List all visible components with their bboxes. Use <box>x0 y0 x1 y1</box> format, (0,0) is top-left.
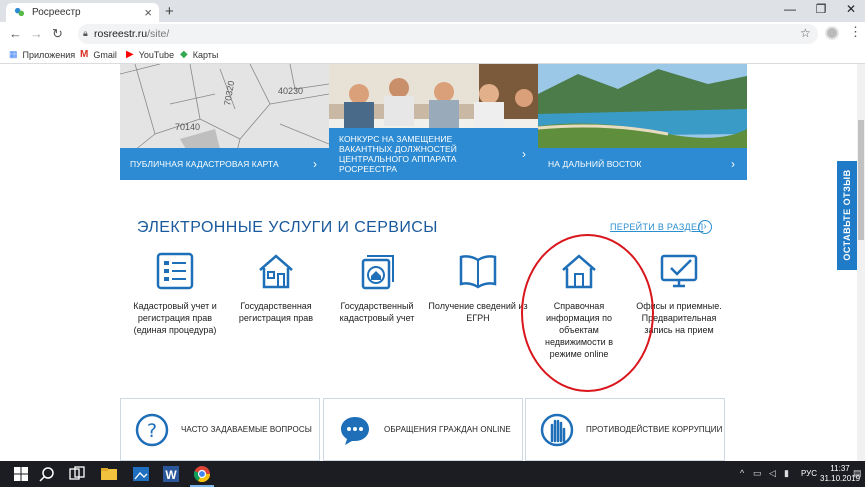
search-icon[interactable] <box>38 465 56 483</box>
taskbar: W ^ ▭ ◁ ▮ РУС 11:37 31.10.2019 ▤ <box>0 461 865 487</box>
bookmark-star-icon[interactable]: ☆ <box>800 26 811 40</box>
notifications-icon[interactable]: ▤ <box>853 468 862 479</box>
card-label: На Дальний Восток <box>548 159 642 169</box>
lock-icon: 🔒︎ <box>83 28 88 38</box>
map-number: 40230 <box>278 86 303 96</box>
svg-text:?: ? <box>147 420 157 442</box>
chevron-right-icon: › <box>522 147 526 161</box>
rosreestr-favicon-icon <box>14 7 25 17</box>
close-window-button[interactable]: ✕ <box>836 2 865 16</box>
bookmark-maps[interactable]: ◆ Карты <box>180 49 218 60</box>
monitor-check-icon <box>660 254 698 288</box>
tab-strip: Росреестр × + — ❐ ✕ <box>0 0 865 22</box>
service-egrn-info[interactable]: Получение сведений из ЕГРН <box>427 252 529 324</box>
hand-stop-icon <box>540 413 574 446</box>
bookmark-gmail[interactable]: M Gmail <box>80 49 117 60</box>
box-label: Противодействие коррупции <box>586 425 723 434</box>
chrome-icon[interactable] <box>193 465 211 483</box>
feedback-tab[interactable]: ОСТАВЬТЕ ОТЗЫВ <box>837 161 857 270</box>
faq-box[interactable]: ? Часто задаваемые вопросы <box>120 398 320 461</box>
box-label: Часто задаваемые вопросы <box>181 425 312 434</box>
card-far-east[interactable]: На Дальний Восток › <box>538 64 747 180</box>
url-text: rosreestr.ru/site/ <box>94 28 170 40</box>
anti-corruption-box[interactable]: Противодействие коррупции <box>525 398 725 461</box>
chat-bubble-icon <box>341 416 369 445</box>
youtube-icon: ▶ <box>126 49 134 60</box>
apps-grid-icon: ▦ <box>9 49 18 59</box>
menu-dots-icon[interactable]: ⋮ <box>849 24 862 40</box>
card-label: Публичная кадастровая карта <box>130 159 279 169</box>
minimize-button[interactable]: — <box>775 2 805 16</box>
svg-text:W: W <box>165 468 177 482</box>
go-to-section-link[interactable]: ПЕРЕЙТИ В РАЗДЕЛ <box>610 222 703 232</box>
maps-icon: ◆ <box>180 49 188 60</box>
flag-icon[interactable]: ▮ <box>784 468 789 479</box>
service-cadastral-accounting[interactable]: Государственный кадастровый учет <box>326 252 428 324</box>
scrollbar-thumb[interactable] <box>858 120 864 240</box>
gmail-icon: M <box>80 49 89 60</box>
volume-icon[interactable]: ◁ <box>769 468 776 479</box>
section-title: ЭЛЕКТРОННЫЕ УСЛУГИ И СЕРВИСЫ <box>137 219 438 236</box>
card-label-band: Конкурс на замещение вакантных должносте… <box>329 128 538 180</box>
service-rights-registration[interactable]: Государственная регистрация прав <box>225 252 327 324</box>
house-icon <box>259 254 293 289</box>
tab-title: Росреестр <box>32 7 81 18</box>
bookmarks-bar: ▦ Приложения M Gmail ▶ YouTube ◆ Карты <box>0 45 865 64</box>
service-label: Государственная регистрация прав <box>238 301 314 323</box>
network-icon[interactable]: ▭ <box>753 468 762 479</box>
service-label: Государственный кадастровый учет <box>339 301 415 323</box>
reload-icon[interactable]: ↻ <box>52 26 63 42</box>
word-icon[interactable]: W <box>162 465 180 483</box>
back-arrow-icon[interactable]: ← <box>9 26 22 41</box>
card-label: Конкурс на замещение вакантных должносте… <box>339 134 457 174</box>
tab-close-icon[interactable]: × <box>144 5 152 20</box>
question-icon: ? <box>135 413 169 446</box>
circle-arrow-right-icon[interactable]: › <box>698 220 712 234</box>
browser-tab[interactable]: Росреестр × <box>6 3 159 22</box>
house-stamp-icon <box>361 255 394 290</box>
browser-toolbar: ← → ↻ 🔒︎ rosreestr.ru/site/ ☆ ⋮ <box>0 22 865 45</box>
card-label-band: На Дальний Восток <box>538 148 747 180</box>
box-label: Обращения граждан online <box>384 425 511 434</box>
language-indicator[interactable]: РУС <box>801 469 817 478</box>
card-cadastral-map[interactable]: 70140 40230 70320 Публичная кадастровая … <box>120 64 329 180</box>
card-vacancies[interactable]: Конкурс на замещение вакантных должносте… <box>329 64 538 180</box>
file-explorer-icon[interactable] <box>100 465 118 483</box>
forward-arrow-icon[interactable]: → <box>30 26 43 41</box>
maximize-button[interactable]: ❐ <box>806 2 836 16</box>
address-bar[interactable]: 🔒︎ rosreestr.ru/site/ <box>78 24 818 44</box>
chevron-right-icon: › <box>731 157 735 171</box>
citizen-appeals-box[interactable]: Обращения граждан online <box>323 398 523 461</box>
highlight-circle-annotation <box>521 234 654 392</box>
new-tab-button[interactable]: + <box>165 3 174 20</box>
bookmark-youtube[interactable]: ▶ YouTube <box>126 49 174 60</box>
map-number: 70140 <box>175 122 200 132</box>
chevron-right-icon: › <box>313 157 317 171</box>
open-book-icon <box>459 255 497 289</box>
photos-app-icon[interactable] <box>132 465 150 483</box>
service-cadastral-registration[interactable]: Кадастровый учет и регистрация прав (еди… <box>124 252 226 336</box>
tray-chevron-icon[interactable]: ^ <box>740 468 744 478</box>
page-content: 70140 40230 70320 Публичная кадастровая … <box>0 64 865 461</box>
bookmark-apps[interactable]: ▦ Приложения <box>9 49 75 60</box>
card-label-band: Публичная кадастровая карта <box>120 148 329 180</box>
task-view-icon[interactable] <box>68 465 86 483</box>
windows-start-icon[interactable] <box>12 465 30 483</box>
service-label: Получение сведений из ЕГРН <box>428 301 528 323</box>
form-document-icon <box>156 252 194 290</box>
service-label: Кадастровый учет и регистрация прав (еди… <box>133 301 217 335</box>
feedback-label: ОСТАВЬТЕ ОТЗЫВ <box>842 169 852 261</box>
profile-avatar[interactable] <box>825 26 839 40</box>
